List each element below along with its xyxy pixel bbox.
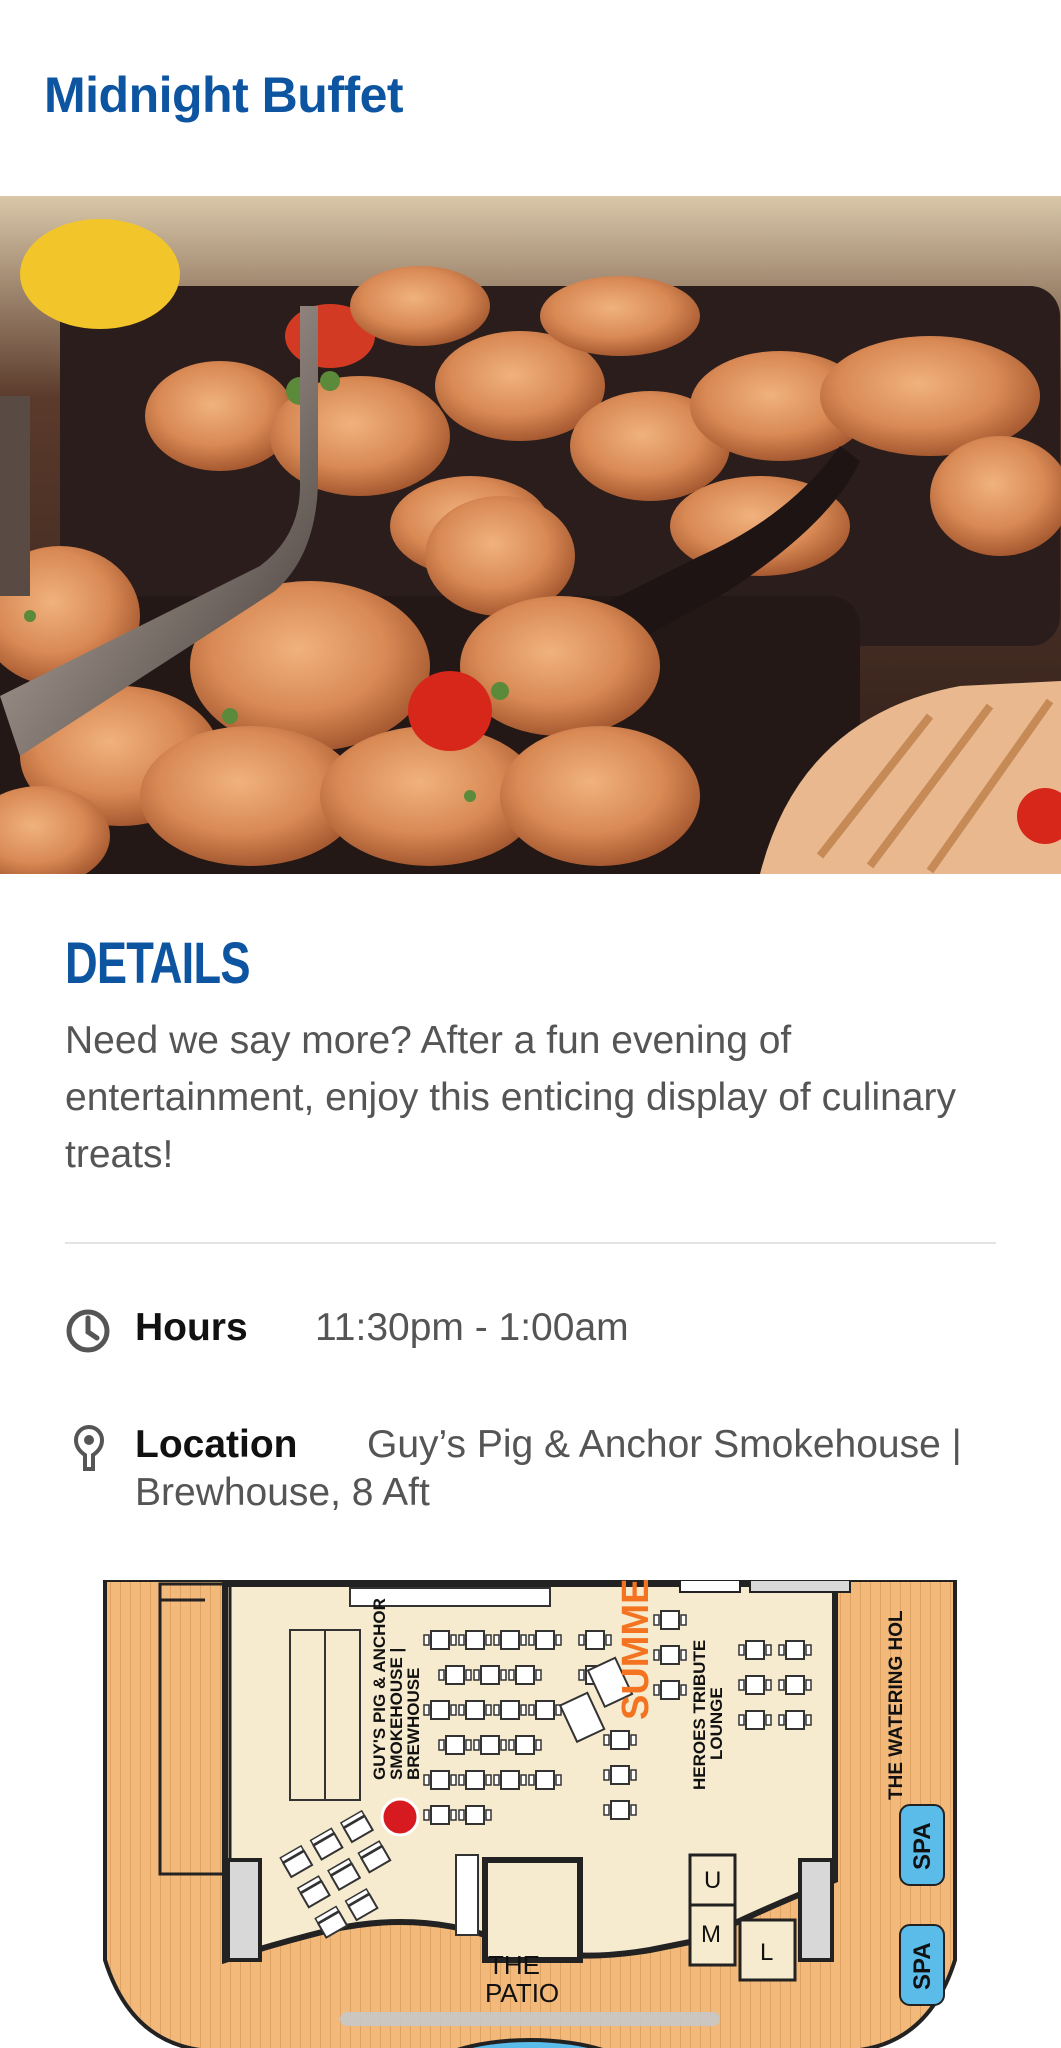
hours-row: Hours 11:30pm - 1:00am [65, 1306, 1005, 1366]
spa-label: SPA [909, 1822, 936, 1870]
summer-label: SUMME [615, 1580, 657, 1720]
size-l-label: L [760, 1939, 773, 1966]
details-heading: DETAILS [65, 931, 250, 996]
hours-label: Hours [135, 1306, 248, 1349]
spa-badge: SPA [899, 1804, 945, 1886]
patio-label-1: THE [488, 1950, 540, 1980]
clock-icon [65, 1308, 111, 1364]
size-u-label: U [704, 1867, 721, 1894]
spa-label-2: SPA [909, 1942, 936, 1990]
hero-image [0, 196, 1061, 874]
location-value-line2: Brewhouse, 8 Aft [135, 1471, 430, 1514]
home-indicator[interactable] [340, 2012, 720, 2026]
deck-map[interactable]: GUY'S PIG & ANCHOR SMOKEHOUSE | BREWHOUS… [0, 1580, 1061, 2048]
location-marker [380, 1797, 420, 1837]
page-title: Midnight Buffet [44, 67, 404, 123]
app-header: Midnight Buffet [0, 0, 1061, 196]
watering-label: THE WATERING HOL [886, 1610, 907, 1800]
location-value-line1: Guy’s Pig & Anchor Smokehouse | [367, 1423, 962, 1466]
lounge-label-2: LOUNGE [707, 1687, 726, 1760]
location-pin-icon [73, 1424, 105, 1485]
location-row[interactable]: Location Guy’s Pig & Anchor Smokehouse |… [65, 1423, 1005, 1533]
hours-value: 11:30pm - 1:00am [315, 1306, 629, 1349]
venue-label-3: BREWHOUSE [404, 1668, 423, 1780]
location-label: Location [135, 1423, 298, 1466]
details-description: Need we say more? After a fun evening of… [65, 1019, 956, 1176]
spa-badge-2: SPA [899, 1924, 945, 2006]
size-m-label: M [701, 1921, 721, 1948]
section-divider [65, 1242, 996, 1244]
patio-label-2: PATIO [485, 1978, 559, 2008]
